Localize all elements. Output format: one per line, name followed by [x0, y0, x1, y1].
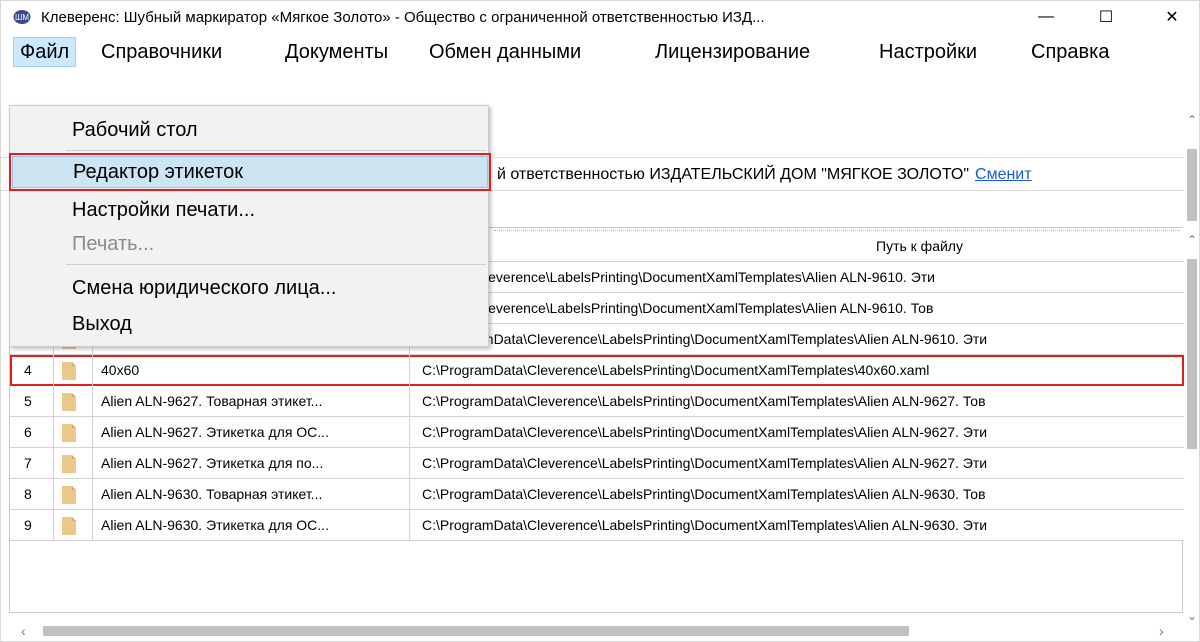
legal-entity-text: й ответственностью ИЗДАТЕЛЬСКИЙ ДОМ "МЯГ… [497, 166, 1032, 184]
menu-file[interactable]: Файл [13, 37, 77, 67]
menu-item-desktop[interactable]: Рабочий стол [12, 114, 488, 146]
table-row[interactable]: 8 Alien ALN-9630. Товарная этикет... C:\… [10, 479, 1184, 510]
legal-entity-name: й ответственностью ИЗДАТЕЛЬСКИЙ ДОМ "МЯГ… [497, 166, 970, 183]
menu-references[interactable]: Справочники [95, 37, 228, 67]
table-row-highlighted[interactable]: 4 40x60 C:\ProgramData\Cleverence\Labels… [10, 355, 1184, 386]
row-name: Alien ALN-9627. Товарная этикет... [92, 386, 410, 417]
row-path: C:\ProgramData\Cleverence\LabelsPrinting… [422, 362, 930, 378]
header-divider [494, 230, 1180, 234]
scroll-up-icon[interactable]: ⌃ [1187, 113, 1197, 127]
vertical-scrollbar[interactable]: ⌃ ⌃ ⌄ [1184, 69, 1199, 629]
file-icon [62, 455, 76, 473]
file-icon [62, 486, 76, 504]
menu-item-label-editor[interactable]: Редактор этикеток [9, 153, 491, 191]
grid-scroll-up-icon[interactable]: ⌃ [1187, 233, 1197, 247]
scroll-left-icon[interactable]: ‹ [21, 623, 26, 639]
scroll-right-icon[interactable]: › [1159, 623, 1164, 639]
row-name: Alien ALN-9627. Этикетка для по... [92, 448, 410, 479]
grid-scrollbar-thumb[interactable] [1187, 259, 1197, 449]
file-icon [62, 362, 76, 380]
row-path: C:\ProgramData\Cleverence\LabelsPrinting… [422, 517, 988, 533]
column-header-path[interactable]: Путь к файлу [876, 238, 963, 254]
file-menu-dropdown: Рабочий стол Редактор этикеток Настройки… [9, 105, 491, 347]
row-path: C:\ProgramData\Cleverence\LabelsPrinting… [422, 331, 988, 347]
svg-text:ШМ: ШМ [15, 13, 29, 22]
menu-documents[interactable]: Документы [279, 37, 394, 67]
change-entity-link[interactable]: Сменит [975, 166, 1032, 183]
maximize-button[interactable]: ☐ [1083, 1, 1129, 33]
row-path: C:\ProgramData\Cleverence\LabelsPrinting… [422, 424, 988, 440]
title-bar: ШМ Клеверенс: Шубный маркиратор «Мягкое … [1, 1, 1199, 33]
menu-data-exchange[interactable]: Обмен данными [423, 37, 587, 67]
row-number: 9 [10, 510, 54, 541]
row-number: 5 [10, 386, 54, 417]
row-path: C:\ProgramData\Cleverence\LabelsPrinting… [422, 393, 986, 409]
row-name: Alien ALN-9630. Товарная этикет... [92, 479, 410, 510]
minimize-button[interactable]: — [1023, 1, 1069, 33]
close-button[interactable]: ✕ [1149, 1, 1195, 33]
table-row[interactable]: 7 Alien ALN-9627. Этикетка для по... C:\… [10, 448, 1184, 479]
menu-item-change-entity[interactable]: Смена юридического лица... [12, 272, 488, 304]
menu-separator [66, 150, 486, 151]
table-row[interactable]: 9 Alien ALN-9630. Этикетка для ОС... C:\… [10, 510, 1184, 541]
menu-item-print-settings[interactable]: Настройки печати... [12, 194, 488, 226]
row-path: C:\ProgramData\Cleverence\LabelsPrinting… [422, 455, 988, 471]
row-number: 8 [10, 479, 54, 510]
scrollbar-thumb-upper[interactable] [1187, 149, 1197, 221]
table-row[interactable]: 6 Alien ALN-9627. Этикетка для ОС... C:\… [10, 417, 1184, 448]
row-name: Alien ALN-9627. Этикетка для ОС... [92, 417, 410, 448]
row-number: 6 [10, 417, 54, 448]
menu-item-print: Печать... [72, 233, 155, 255]
row-name: Alien ALN-9630. Этикетка для ОС... [92, 510, 410, 541]
scroll-down-icon[interactable]: ⌄ [1187, 609, 1197, 623]
file-icon [62, 393, 76, 411]
cleverence-logo-icon: ШМ [13, 10, 31, 24]
row-path: amData\Cleverence\LabelsPrinting\Documen… [422, 269, 935, 285]
row-path: amData\Cleverence\LabelsPrinting\Documen… [422, 300, 934, 316]
row-name: 40x60 [92, 355, 410, 386]
file-icon [62, 517, 76, 535]
app-window: ШМ Клеверенс: Шубный маркиратор «Мягкое … [0, 0, 1200, 642]
menu-item-exit[interactable]: Выход [12, 308, 488, 340]
window-title: Клеверенс: Шубный маркиратор «Мягкое Зол… [41, 9, 765, 26]
menu-licensing[interactable]: Лицензирование [649, 37, 816, 67]
row-number: 4 [10, 355, 54, 386]
menu-separator [66, 264, 486, 265]
row-number: 7 [10, 448, 54, 479]
table-row[interactable]: 5 Alien ALN-9627. Товарная этикет... C:\… [10, 386, 1184, 417]
menu-help[interactable]: Справка [1025, 37, 1115, 67]
horizontal-scrollbar[interactable]: ‹ › [9, 621, 1183, 641]
menu-settings[interactable]: Настройки [873, 37, 983, 67]
row-path: C:\ProgramData\Cleverence\LabelsPrinting… [422, 486, 986, 502]
menu-bar: Файл Справочники Документы Обмен данными… [1, 33, 1199, 69]
horizontal-scrollbar-thumb[interactable] [43, 626, 909, 636]
file-icon [62, 424, 76, 442]
